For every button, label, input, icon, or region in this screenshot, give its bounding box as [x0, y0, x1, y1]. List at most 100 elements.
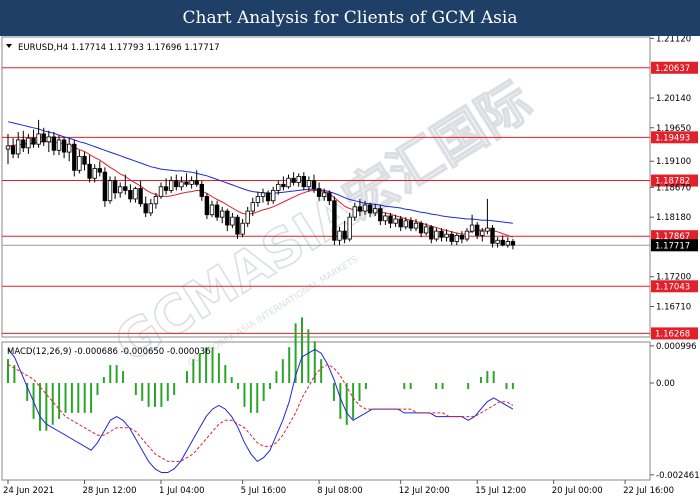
candle-body — [67, 143, 72, 153]
candlestick — [265, 190, 271, 205]
candle-body — [408, 220, 414, 229]
price-tick-label: 1.18670 — [656, 183, 691, 193]
level-price-label: 1.19493 — [655, 133, 690, 143]
level-price-label: 1.16268 — [655, 329, 690, 339]
candle-body — [413, 222, 419, 229]
candle-body — [82, 155, 87, 165]
candle-body — [439, 230, 444, 238]
candle-body — [357, 206, 363, 212]
candle-body — [352, 206, 357, 218]
candle-body — [388, 215, 393, 224]
candle-body — [301, 176, 306, 188]
candlestick — [490, 225, 495, 248]
candlestick — [148, 198, 153, 216]
candle-body — [480, 230, 485, 236]
candle-body — [403, 220, 408, 228]
candle-body — [505, 241, 510, 246]
candle-body — [143, 203, 148, 214]
candle-body — [296, 176, 301, 183]
candle-body — [189, 180, 194, 185]
candlestick — [398, 215, 403, 232]
candle-body — [398, 218, 403, 228]
candlestick — [138, 180, 143, 207]
candle-body — [337, 230, 342, 241]
candle-body — [255, 196, 261, 203]
candle-body — [31, 137, 36, 145]
price-tick-label: 1.20140 — [656, 94, 691, 104]
price-tick-label: 1.16710 — [656, 303, 691, 313]
candle-body — [362, 204, 368, 212]
candle-body — [230, 216, 235, 226]
time-tick-label: 12 Jul 20:00 — [399, 486, 450, 496]
level-price-label: 1.20637 — [655, 64, 690, 74]
price-tick-label: 1.19100 — [656, 157, 691, 167]
candle-body — [367, 204, 373, 214]
candle-body — [148, 203, 153, 214]
candle-body — [46, 136, 51, 143]
candle-body — [123, 186, 128, 191]
candle-body — [490, 227, 495, 244]
candlestick — [495, 237, 500, 248]
candle-body — [270, 190, 276, 202]
candle-body — [163, 186, 169, 191]
macd-plot-frame — [1, 341, 651, 481]
candlestick — [97, 161, 102, 177]
candle-body — [107, 180, 113, 202]
candle-body — [184, 181, 189, 185]
candlestick — [301, 172, 306, 191]
candle-body — [21, 139, 26, 149]
candle-body — [378, 208, 383, 222]
candlestick — [158, 182, 164, 199]
time-axis: 24 Jun 2021 28 Jun 12:00 1 Jul 04:00 5 Jul … — [3, 480, 674, 496]
candlestick — [87, 155, 92, 183]
candle-body — [250, 202, 255, 212]
candle-body — [235, 216, 240, 235]
candle-body — [36, 133, 41, 145]
candlestick — [36, 119, 41, 148]
candle-body — [418, 222, 424, 234]
candle-body — [260, 192, 266, 197]
macd-tick-label: -0.002461 — [656, 471, 700, 481]
candlestick — [5, 133, 11, 165]
candle-body — [454, 234, 459, 242]
candle-body — [311, 180, 317, 189]
candle-body — [209, 204, 215, 216]
candlestick — [179, 176, 184, 191]
candle-body — [393, 218, 398, 224]
candlestick — [260, 188, 266, 203]
candlestick — [15, 132, 21, 159]
candle-body — [459, 234, 465, 240]
candlestick — [168, 176, 174, 193]
candlestick — [418, 220, 424, 238]
candle-body — [383, 215, 388, 222]
collapse-triangle-icon[interactable] — [6, 44, 12, 48]
candle-body — [77, 155, 82, 171]
candlestick — [92, 164, 97, 183]
candle-body — [214, 204, 220, 218]
candlestick — [286, 174, 291, 189]
candle-body — [15, 139, 21, 155]
watermark: GCMASIA宏汇国际 GCM FOREX ASIA INTERNATIONAL… — [104, 70, 543, 376]
candlestick — [143, 196, 148, 218]
candlestick — [240, 218, 245, 238]
candle-body — [464, 230, 470, 240]
candlestick — [281, 176, 286, 191]
candlestick — [219, 206, 225, 224]
candle-body — [194, 180, 199, 185]
candle-body — [306, 180, 312, 188]
time-tick-label: 15 Jul 12:00 — [475, 486, 526, 496]
macd-axis: 0.000996 0.00 -0.002461 — [650, 342, 700, 481]
candle-body — [372, 208, 378, 214]
candle-body — [469, 224, 475, 232]
candle-body — [118, 186, 123, 194]
candlestick — [235, 214, 240, 240]
candlestick — [51, 132, 57, 156]
candlestick — [510, 239, 516, 250]
candle-body — [316, 188, 322, 197]
candlestick — [434, 228, 439, 242]
candlestick — [500, 235, 505, 247]
watermark-text: GCMASIA宏汇国际 — [105, 71, 542, 375]
candle-body — [347, 216, 352, 240]
candlestick — [56, 135, 62, 156]
candle-body — [174, 180, 179, 188]
